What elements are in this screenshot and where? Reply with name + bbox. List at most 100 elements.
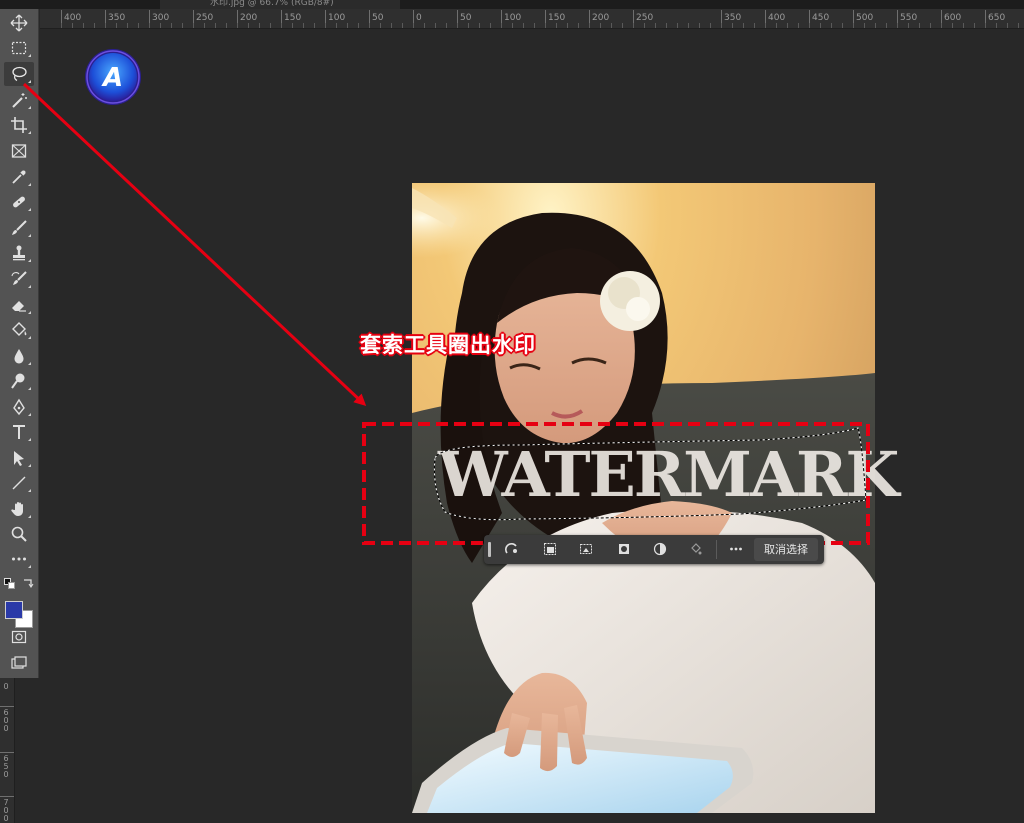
vertical-ruler[interactable]: 0 600 650 700 (0, 678, 15, 823)
fill-selection-button[interactable] (684, 538, 708, 560)
ruler-label: 50 (460, 13, 472, 23)
eyedropper-icon (12, 170, 26, 184)
line-icon (12, 476, 26, 490)
swap-arrow-icon (24, 579, 34, 588)
mask-button[interactable] (612, 538, 636, 560)
eyedropper-tool[interactable] (4, 165, 34, 189)
bandage-icon (13, 196, 25, 208)
adjustment-button[interactable] (648, 538, 672, 560)
history-brush-icon (11, 271, 27, 285)
crop-icon (11, 117, 27, 133)
pen-icon (13, 398, 25, 416)
more-icon (730, 547, 742, 551)
more-tools[interactable] (4, 547, 34, 571)
hand-tool[interactable] (4, 497, 34, 521)
marquee-icon (11, 41, 27, 55)
lasso-icon (12, 66, 27, 82)
zoom-icon (11, 526, 27, 542)
frame-icon (11, 144, 27, 158)
logo-letter: A (101, 63, 123, 93)
more-options-button[interactable] (724, 538, 748, 560)
lasso-tool[interactable] (4, 62, 34, 86)
deselect-button[interactable]: 取消选择 (754, 538, 818, 561)
ruler-label: 200 (240, 13, 258, 23)
ruler-label: 350 (108, 13, 126, 23)
paint-bucket-icon (12, 322, 27, 336)
arrow-icon (14, 451, 24, 466)
ruler-label: 200 (592, 13, 610, 23)
path-selection-tool[interactable] (4, 446, 34, 470)
generative-fill-button[interactable] (500, 538, 524, 560)
generative-fill-icon (505, 543, 517, 554)
magic-wand-tool[interactable] (4, 88, 34, 112)
document-tab[interactable]: 水印.jpg @ 66.7% (RGB/8#) (160, 0, 400, 9)
crop-tool[interactable] (4, 113, 34, 137)
move-icon (10, 14, 28, 32)
document-tab-title: 水印.jpg @ 66.7% (RGB/8#) (210, 0, 334, 8)
ruler-label: 500 (856, 13, 874, 23)
screen-mode-icon (11, 656, 27, 669)
eraser-tool[interactable] (4, 293, 34, 317)
ruler-label: 150 (284, 13, 302, 23)
ruler-label: 300 (152, 13, 170, 23)
brush-icon (12, 220, 27, 235)
mask-icon (619, 544, 629, 554)
ellipsis-icon (12, 557, 26, 561)
watermark-text: WATERMARK (438, 438, 899, 511)
pen-tool[interactable] (4, 395, 34, 419)
ruler-label: 400 (64, 13, 82, 23)
dodge-tool[interactable] (4, 369, 34, 393)
transform-selection-icon (580, 544, 592, 554)
magic-wand-icon (12, 93, 27, 108)
marquee-tool[interactable] (4, 36, 34, 60)
hand-icon (11, 502, 23, 516)
ruler-label: 550 (900, 13, 918, 23)
zoom-tool[interactable] (4, 522, 34, 546)
ruler-label: 0 (3, 682, 9, 691)
select-subject-icon (544, 543, 556, 555)
ruler-label: 400 (768, 13, 786, 23)
fill-icon (691, 543, 702, 555)
brush-tool[interactable] (4, 216, 34, 240)
move-tool[interactable] (4, 11, 34, 35)
ruler-label: 600 (944, 13, 962, 23)
foreground-color-swatch[interactable] (5, 601, 23, 619)
blur-tool[interactable] (4, 344, 34, 368)
drop-icon (14, 349, 24, 364)
default-colors-button[interactable] (4, 575, 16, 589)
transform-selection-button[interactable] (574, 538, 598, 560)
document-tab-strip: 水印.jpg @ 66.7% (RGB/8#) (0, 0, 1024, 9)
stamp-icon (13, 245, 25, 261)
horizontal-ruler[interactable]: 400 350 300 250 200 150 100 50 0 50 100 … (40, 9, 1024, 29)
ruler-label: 600 (3, 708, 9, 733)
healing-brush-tool[interactable] (4, 190, 34, 214)
quick-mask-button[interactable] (4, 625, 34, 649)
annotation-label: 套索工具圈出水印 (360, 333, 536, 357)
frame-tool[interactable] (4, 139, 34, 163)
ruler-label: 250 (196, 13, 214, 23)
tools-panel (0, 9, 39, 678)
ruler-label: 100 (504, 13, 522, 23)
swap-colors-button[interactable] (22, 574, 35, 588)
ruler-label: 700 (3, 798, 9, 823)
ruler-label: 450 (812, 13, 830, 23)
clone-stamp-tool[interactable] (4, 241, 34, 265)
select-subject-button[interactable] (538, 538, 562, 560)
screen-mode-button[interactable] (4, 651, 34, 675)
type-tool[interactable] (4, 420, 34, 444)
history-brush-tool[interactable] (4, 267, 34, 291)
ruler-label: 150 (548, 13, 566, 23)
paint-bucket-tool[interactable] (4, 318, 34, 342)
eraser-icon (12, 301, 26, 312)
line-tool[interactable] (4, 471, 34, 495)
dodge-icon (11, 373, 25, 389)
annotation-arrow (22, 82, 367, 407)
ruler-label: 350 (724, 13, 742, 23)
ruler-label: 250 (636, 13, 654, 23)
brand-logo: A (84, 48, 142, 106)
taskbar-drag-handle[interactable] (488, 542, 491, 557)
ruler-label: 650 (988, 13, 1006, 23)
ruler-label: 0 (416, 13, 422, 23)
ruler-label: 650 (3, 754, 9, 779)
quick-mask-icon (11, 630, 27, 644)
